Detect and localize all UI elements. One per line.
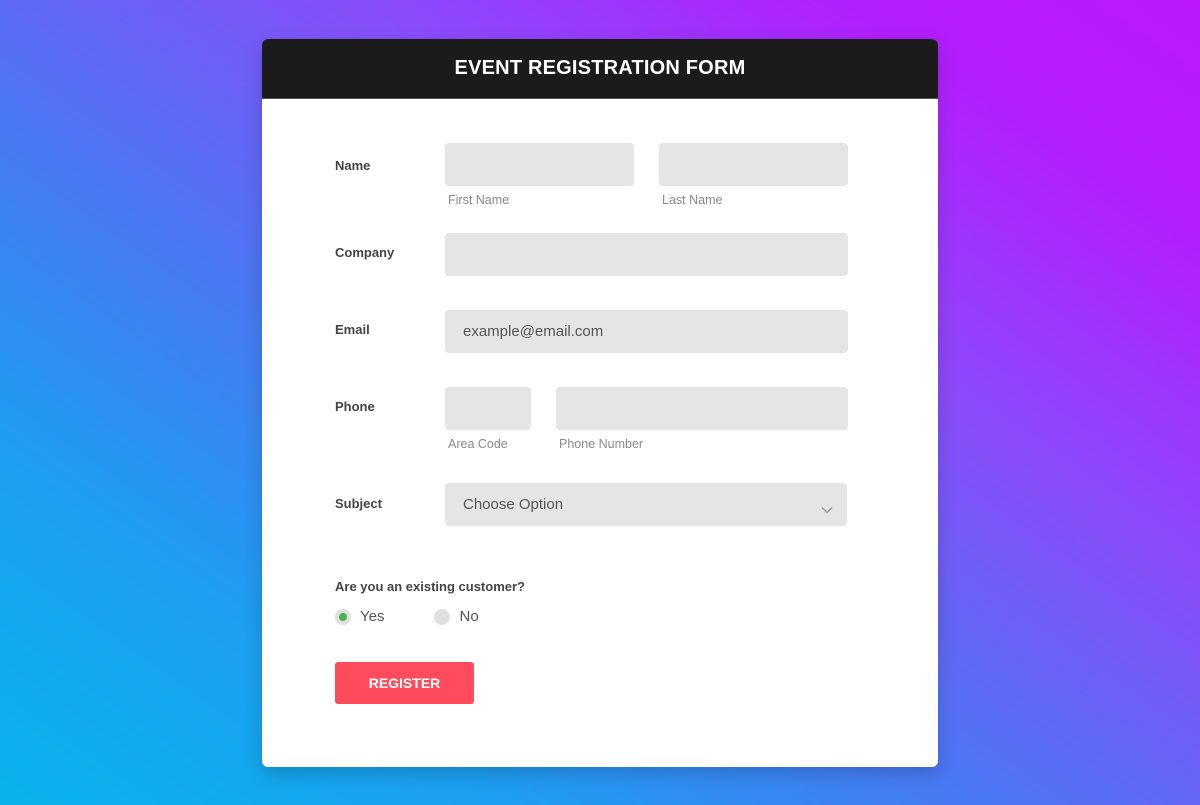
existing-customer-radio-group: Yes No [335,608,529,625]
radio-yes-indicator[interactable] [335,608,351,625]
subject-selected-value: Choose Option [463,496,564,513]
company-input[interactable] [445,233,848,276]
phone-number-input[interactable] [556,387,848,430]
last-name-sublabel: Last Name [662,193,723,207]
email-input[interactable] [445,310,848,353]
last-name-input[interactable] [659,143,848,186]
register-button[interactable]: REGISTER [335,662,474,704]
name-label: Name [335,158,371,173]
radio-yes[interactable]: Yes [335,608,384,625]
company-label: Company [335,245,395,260]
form-title: EVENT REGISTRATION FORM [454,57,746,79]
existing-customer-question: Are you an existing customer? [335,579,525,594]
radio-yes-label: Yes [360,608,385,625]
area-code-sublabel: Area Code [448,437,508,451]
first-name-sublabel: First Name [448,193,510,207]
subject-select[interactable]: Choose Option [445,483,847,526]
email-label: Email [335,322,370,337]
registration-card: EVENT REGISTRATION FORM Name First Name … [262,39,938,767]
radio-no[interactable]: No [434,608,479,625]
radio-no-label: No [459,608,479,625]
form-header: EVENT REGISTRATION FORM [262,39,938,99]
subject-label: Subject [335,496,382,511]
phone-number-sublabel: Phone Number [559,437,644,451]
phone-label: Phone [335,399,375,414]
chevron-down-icon [821,501,833,514]
radio-no-indicator[interactable] [434,608,451,625]
first-name-input[interactable] [445,143,634,186]
area-code-input[interactable] [445,387,531,430]
